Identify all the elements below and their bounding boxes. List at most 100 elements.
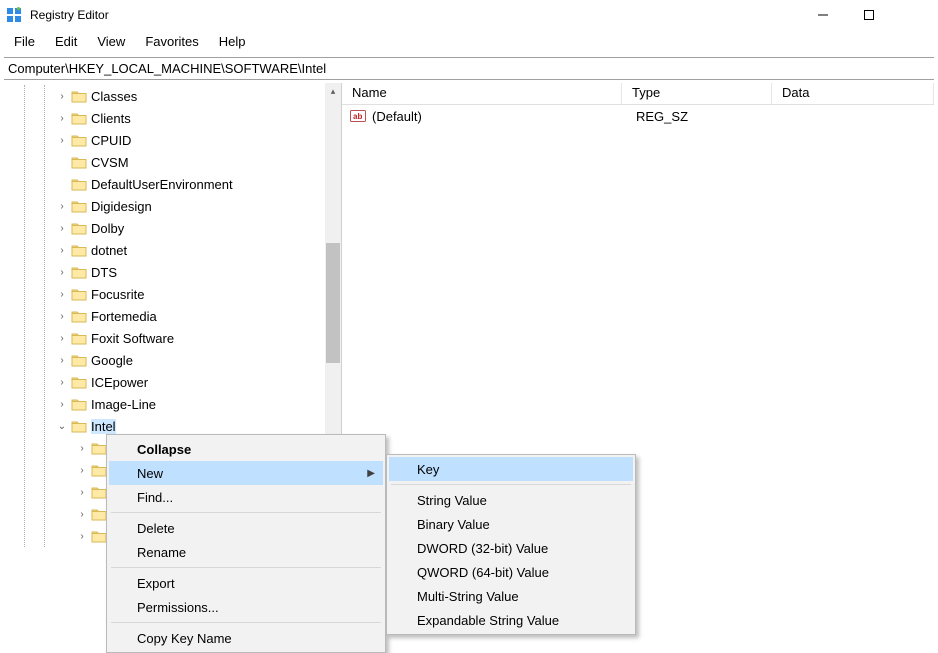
folder-icon xyxy=(91,485,107,499)
tree-item[interactable]: CVSM xyxy=(55,151,341,173)
tree-item-label: Classes xyxy=(91,89,137,104)
values-header[interactable]: Name Type Data xyxy=(342,83,934,105)
tree-context-menu: Collapse New ▶ Find... Delete Rename Exp… xyxy=(106,434,386,653)
ctx-new-expand[interactable]: Expandable String Value xyxy=(389,608,633,632)
ctx-new-key[interactable]: Key xyxy=(389,457,633,481)
expander-icon[interactable]: › xyxy=(75,443,89,454)
menu-favorites[interactable]: Favorites xyxy=(135,32,208,51)
tree-item-label: DTS xyxy=(91,265,117,280)
column-name[interactable]: Name xyxy=(342,83,622,104)
ctx-delete[interactable]: Delete xyxy=(109,516,383,540)
menu-edit[interactable]: Edit xyxy=(45,32,87,51)
tree-item-label: Image-Line xyxy=(91,397,156,412)
separator xyxy=(111,512,381,513)
ctx-permissions[interactable]: Permissions... xyxy=(109,595,383,619)
tree-item[interactable]: ›Fortemedia xyxy=(55,305,341,327)
tree-item[interactable]: › Foxit Software xyxy=(55,327,341,349)
folder-icon xyxy=(71,133,87,147)
ctx-export[interactable]: Export xyxy=(109,571,383,595)
tree-item[interactable]: › Clients xyxy=(55,107,341,129)
folder-icon xyxy=(91,507,107,521)
expander-icon[interactable]: ⌄ xyxy=(55,421,69,432)
expander-icon[interactable]: › xyxy=(75,487,89,498)
expander-icon[interactable]: › xyxy=(55,201,69,212)
maximize-button[interactable] xyxy=(846,0,892,30)
tree-item[interactable]: › CPUID xyxy=(55,129,341,151)
value-name: (Default) xyxy=(372,109,636,124)
ctx-collapse[interactable]: Collapse xyxy=(109,437,383,461)
tree-item[interactable]: › DTS xyxy=(55,261,341,283)
tree-item[interactable]: ›Digidesign xyxy=(55,195,341,217)
chevron-right-icon: ▶ xyxy=(367,468,375,479)
string-value-icon: ab xyxy=(350,108,366,124)
svg-text:ab: ab xyxy=(353,112,362,121)
ctx-copy-key-name[interactable]: Copy Key Name xyxy=(109,626,383,650)
ctx-new-qword[interactable]: QWORD (64-bit) Value xyxy=(389,560,633,584)
ctx-find[interactable]: Find... xyxy=(109,485,383,509)
ctx-new[interactable]: New ▶ xyxy=(109,461,383,485)
folder-icon xyxy=(91,441,107,455)
expander-icon[interactable]: › xyxy=(75,465,89,476)
tree-item-label: Foxit Software xyxy=(91,331,174,346)
tree-item-label: Clients xyxy=(91,111,131,126)
tree-item-label: Intel xyxy=(91,419,116,434)
folder-icon xyxy=(91,529,107,543)
minimize-button[interactable] xyxy=(800,0,846,30)
expander-icon[interactable]: › xyxy=(75,509,89,520)
folder-icon xyxy=(71,177,87,191)
ctx-new-multi[interactable]: Multi-String Value xyxy=(389,584,633,608)
value-row[interactable]: ab (Default) REG_SZ xyxy=(342,105,934,127)
window-title: Registry Editor xyxy=(30,8,800,22)
expander-icon[interactable]: › xyxy=(55,399,69,410)
expander-icon[interactable]: › xyxy=(55,135,69,146)
folder-icon xyxy=(71,419,87,433)
tree-item[interactable]: › Classes xyxy=(55,85,341,107)
tree-item[interactable]: DefaultUserEnvironment xyxy=(55,173,341,195)
ctx-new-dword[interactable]: DWORD (32-bit) Value xyxy=(389,536,633,560)
ctx-new-binary[interactable]: Binary Value xyxy=(389,512,633,536)
folder-icon xyxy=(71,397,87,411)
column-data[interactable]: Data xyxy=(772,83,934,104)
tree-item[interactable]: › Google xyxy=(55,349,341,371)
scroll-thumb[interactable] xyxy=(326,243,340,363)
tree-item-label: CPUID xyxy=(91,133,131,148)
folder-icon xyxy=(71,309,87,323)
expander-icon[interactable]: › xyxy=(55,113,69,124)
title-bar: Registry Editor xyxy=(0,0,938,30)
expander-icon[interactable]: › xyxy=(55,289,69,300)
expander-icon[interactable]: › xyxy=(55,355,69,366)
folder-icon xyxy=(91,463,107,477)
folder-icon xyxy=(71,199,87,213)
tree-item-label: dotnet xyxy=(91,243,127,258)
tree-item-label: Google xyxy=(91,353,133,368)
folder-icon xyxy=(71,243,87,257)
tree-item-label: Dolby xyxy=(91,221,124,236)
tree-item[interactable]: › dotnet xyxy=(55,239,341,261)
expander-icon[interactable]: › xyxy=(55,333,69,344)
menu-file[interactable]: File xyxy=(4,32,45,51)
tree-item[interactable]: › Dolby xyxy=(55,217,341,239)
expander-icon[interactable]: › xyxy=(55,377,69,388)
tree-item[interactable]: ›Focusrite xyxy=(55,283,341,305)
tree-item[interactable]: › Image-Line xyxy=(55,393,341,415)
folder-icon xyxy=(71,221,87,235)
address-bar[interactable]: Computer\HKEY_LOCAL_MACHINE\SOFTWARE\Int… xyxy=(4,57,934,80)
expander-icon[interactable]: › xyxy=(55,223,69,234)
menu-bar: File Edit View Favorites Help xyxy=(0,30,938,57)
expander-icon[interactable]: › xyxy=(55,267,69,278)
menu-view[interactable]: View xyxy=(87,32,135,51)
folder-icon xyxy=(71,287,87,301)
ctx-new-string[interactable]: String Value xyxy=(389,488,633,512)
column-type[interactable]: Type xyxy=(622,83,772,104)
separator xyxy=(391,484,631,485)
expander-icon[interactable]: › xyxy=(75,531,89,542)
separator xyxy=(111,567,381,568)
ctx-rename[interactable]: Rename xyxy=(109,540,383,564)
tree-item[interactable]: ›ICEpower xyxy=(55,371,341,393)
menu-help[interactable]: Help xyxy=(209,32,256,51)
expander-icon[interactable]: › xyxy=(55,311,69,322)
expander-icon[interactable]: › xyxy=(55,245,69,256)
expander-icon[interactable]: › xyxy=(55,91,69,102)
value-type: REG_SZ xyxy=(636,109,786,124)
scroll-up-icon[interactable]: ▴ xyxy=(325,83,341,99)
